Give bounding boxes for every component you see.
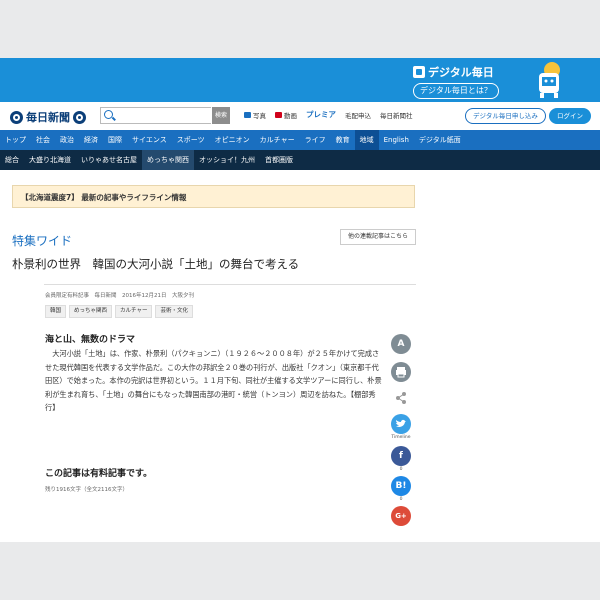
share-icon — [396, 392, 406, 404]
search-icon — [104, 110, 113, 119]
mainichi-emblem-icon — [10, 110, 23, 124]
digital-mainichi-banner: デジタル毎日 デジタル毎日とは？ — [0, 58, 600, 102]
facebook-share-button[interactable]: f — [391, 446, 411, 466]
main-nav-item[interactable]: 教育 — [331, 130, 355, 150]
main-nav-item[interactable]: 社会 — [31, 130, 55, 150]
header-links: 写真 動画 プレミア 毛配申込 毎日新聞社 — [244, 110, 413, 120]
regional-nav-item[interactable]: いりゃあせ名古屋 — [76, 150, 142, 170]
article-tag[interactable]: カルチャー — [115, 305, 153, 318]
brand-title: デジタル毎日 — [428, 66, 494, 79]
main-nav-item[interactable]: スポーツ — [172, 130, 210, 150]
article-body: 大河小説「土地」は、作家、朴景利（パクキョンニ）（１９２６〜２００８年）が２５年… — [45, 349, 382, 412]
article-tag[interactable]: 芸術・文化 — [155, 305, 193, 318]
login-button[interactable]: ログイン — [549, 108, 591, 124]
twitter-share-button[interactable] — [391, 414, 411, 434]
digital-mainichi-promo[interactable]: デジタル毎日 デジタル毎日とは？ — [413, 63, 513, 99]
what-is-digital-mainichi-button[interactable]: デジタル毎日とは？ — [413, 83, 499, 99]
main-nav-item[interactable]: 経済 — [79, 130, 103, 150]
main-nav-item[interactable]: カルチャー — [255, 130, 300, 150]
main-nav-item[interactable]: トップ — [0, 130, 31, 150]
photo-link[interactable]: 写真 — [244, 110, 266, 120]
main-nav-item[interactable]: ライフ — [300, 130, 331, 150]
article-meta: 会員限定有料記事 毎日新聞 2016年12月21日 大阪夕刊 — [45, 293, 194, 299]
article-subhead: 海と山、無数のドラマ — [45, 335, 136, 345]
mainichi-logo[interactable]: 毎日新聞 — [10, 109, 86, 125]
main-nav: トップ 社会 政治 経済 国際 サイエンス スポーツ オピニオン カルチャー ライフ 教育 地域 Eng… — [0, 130, 600, 150]
article-headline: 朴景利の世界 韓国の大河小説「土地」の舞台で考える — [12, 257, 300, 271]
other-series-link[interactable]: 他の連載記事はこちら — [340, 229, 416, 245]
hatena-bookmark-icon: B! — [395, 481, 407, 491]
main-nav-item[interactable]: サイエンス — [127, 130, 172, 150]
company-link[interactable]: 毎日新聞社 — [380, 110, 413, 120]
hatena-count: 0 — [399, 497, 403, 502]
main-nav-item[interactable]: デジタル紙面 — [414, 130, 466, 150]
regional-nav-item[interactable]: 総合 — [0, 150, 24, 170]
mascot-icon — [539, 62, 560, 98]
remaining-count: 残り1916文字（全文2116文字） — [45, 487, 128, 493]
section-title[interactable]: 特集ワイド — [12, 232, 72, 249]
signup-button[interactable]: デジタル毎日申し込み — [465, 108, 546, 124]
page-frame: デジタル毎日 デジタル毎日とは？ 毎日新聞 検索 写真 動画 プレミア 毛配申込… — [0, 58, 600, 542]
video-icon — [275, 112, 282, 118]
print-icon — [396, 367, 406, 378]
main-nav-item[interactable]: オピニオン — [210, 130, 255, 150]
font-size-button[interactable]: A — [391, 334, 411, 354]
logo-text: 毎日新聞 — [26, 111, 70, 124]
twitter-bird-icon — [396, 419, 406, 427]
paid-notice: この記事は有料記事です。 — [45, 469, 153, 479]
regional-nav-item[interactable]: 首都圏版 — [260, 150, 298, 170]
main-nav-item[interactable]: 国際 — [103, 130, 127, 150]
regional-nav-item[interactable]: めっちゃ関西 — [142, 150, 194, 170]
facebook-icon: f — [399, 451, 403, 461]
notice-text: 【北海道震度7】 最新の記事やライフライン情報 — [21, 193, 187, 202]
google-plus-icon: G+ — [395, 512, 407, 520]
regional-nav-item[interactable]: オッショイ！九州 — [194, 150, 260, 170]
share-button[interactable] — [391, 388, 411, 408]
print-button[interactable] — [391, 362, 411, 382]
video-link[interactable]: 動画 — [275, 110, 297, 120]
google-plus-share-button[interactable]: G+ — [391, 506, 411, 526]
search-button[interactable]: 検索 — [212, 107, 230, 124]
main-nav-item[interactable]: 政治 — [55, 130, 79, 150]
regional-nav-item[interactable]: 大盛り北海道 — [24, 150, 76, 170]
article-tags: 韓国 めっちゃ関西 カルチャー 芸術・文化 — [45, 305, 193, 318]
search-input[interactable] — [100, 107, 211, 124]
article-tag[interactable]: めっちゃ関西 — [69, 305, 113, 318]
article-tag[interactable]: 韓国 — [45, 305, 67, 318]
breaking-notice[interactable]: 【北海道震度7】 最新の記事やライフライン情報 — [12, 185, 415, 208]
hatena-bookmark-button[interactable]: B! — [391, 476, 411, 496]
divider — [44, 284, 416, 285]
camera-icon — [244, 112, 251, 118]
main-nav-item[interactable]: English — [379, 130, 414, 150]
membership-link[interactable]: 毛配申込 — [345, 110, 371, 120]
site-header: 毎日新聞 検索 写真 動画 プレミア 毛配申込 毎日新聞社 デジタル毎日申し込み… — [0, 102, 600, 128]
facebook-count: 0 — [399, 467, 403, 472]
twitter-label: Timeline — [391, 435, 411, 440]
main-nav-item[interactable]: 地域 — [354, 130, 379, 150]
regional-nav: 総合 大盛り北海道 いりゃあせ名古屋 めっちゃ関西 オッショイ！九州 首都圏版 — [0, 150, 600, 170]
font-size-icon: A — [397, 339, 405, 349]
mainichi-emblem-icon — [73, 110, 86, 124]
premier-link[interactable]: プレミア — [306, 109, 336, 120]
digital-mainichi-logo-icon — [413, 66, 425, 78]
